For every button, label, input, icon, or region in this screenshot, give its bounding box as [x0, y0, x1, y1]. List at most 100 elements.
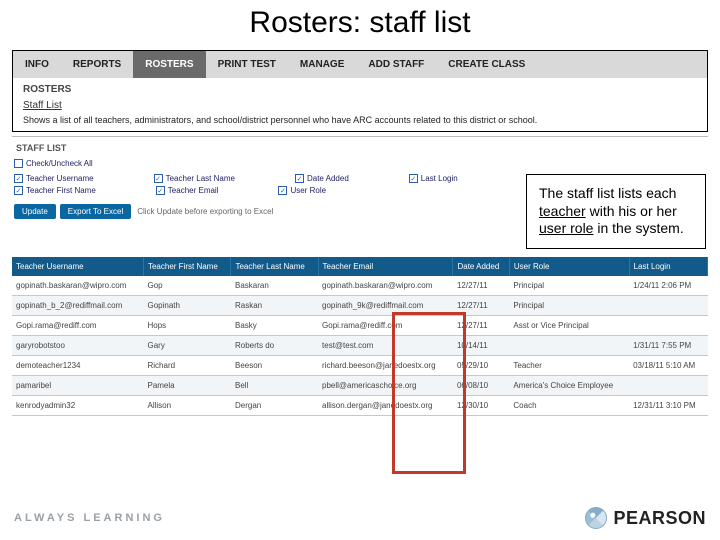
table-cell	[629, 316, 707, 336]
table-cell: Gopi.rama@rediff.com	[12, 316, 143, 336]
col-check-label: Last Login	[421, 174, 458, 183]
table-cell: Gopinath	[143, 296, 231, 316]
table-cell: pamaribel	[12, 376, 143, 396]
table-cell: Principal	[509, 276, 629, 296]
col-check-dateadded[interactable]: ✓Date Added	[295, 174, 349, 183]
table-cell: 1/24/11 2:06 PM	[629, 276, 707, 296]
col-check-label: Teacher First Name	[26, 186, 96, 195]
col-check-firstname[interactable]: ✓Teacher First Name	[14, 186, 96, 195]
callout-highlight-teacher: teacher	[539, 203, 586, 219]
table-row[interactable]: kenrodyadmin32AllisonDerganallison.derga…	[12, 396, 708, 416]
th-email[interactable]: Teacher Email	[318, 257, 453, 276]
tab-rosters[interactable]: ROSTERS	[133, 51, 205, 78]
table-cell: Baskaran	[231, 276, 318, 296]
table-cell: 12/27/11	[453, 276, 509, 296]
table-cell: 10/14/11	[453, 336, 509, 356]
table-cell: Beeson	[231, 356, 318, 376]
col-check-lastname[interactable]: ✓Teacher Last Name	[154, 174, 235, 183]
table-cell: garyrobotstoo	[12, 336, 143, 356]
check-all[interactable]: Check/Uncheck All	[14, 159, 93, 168]
check-all-label: Check/Uncheck All	[26, 159, 93, 168]
rosters-subhead: ROSTERS Staff List	[13, 78, 707, 115]
col-check-username[interactable]: ✓Teacher Username	[14, 174, 94, 183]
table-cell: Teacher	[509, 356, 629, 376]
th-username[interactable]: Teacher Username	[12, 257, 143, 276]
footer-tagline: ALWAYS LEARNING	[14, 512, 165, 524]
col-check-label: Teacher Username	[26, 174, 94, 183]
staff-list-title: STAFF LIST	[12, 136, 708, 159]
tab-reports[interactable]: REPORTS	[61, 51, 133, 78]
col-check-label: Teacher Last Name	[166, 174, 235, 183]
table-cell: Basky	[231, 316, 318, 336]
table-row[interactable]: pamaribelPamelaBellpbell@americaschoice.…	[12, 376, 708, 396]
table-cell: gopinath_b_2@rediffmail.com	[12, 296, 143, 316]
checkbox-icon: ✓	[409, 174, 418, 183]
col-check-lastlogin[interactable]: ✓Last Login	[409, 174, 458, 183]
table-cell: Gop	[143, 276, 231, 296]
table-cell: Pamela	[143, 376, 231, 396]
col-check-label: User Role	[290, 186, 326, 195]
checkbox-icon: ✓	[278, 186, 287, 195]
tab-info[interactable]: INFO	[13, 51, 61, 78]
col-check-label: Teacher Email	[168, 186, 219, 195]
th-userrole[interactable]: User Role	[509, 257, 629, 276]
checkbox-icon: ✓	[154, 174, 163, 183]
export-excel-button[interactable]: Export To Excel	[60, 204, 131, 219]
table-cell	[629, 296, 707, 316]
export-hint: Click Update before exporting to Excel	[137, 207, 273, 216]
table-cell: Richard	[143, 356, 231, 376]
col-check-email[interactable]: ✓Teacher Email	[156, 186, 219, 195]
table-cell: gopinath.baskaran@wipro.com	[12, 276, 143, 296]
table-row[interactable]: gopinath_b_2@rediffmail.comGopinathRaska…	[12, 296, 708, 316]
th-firstname[interactable]: Teacher First Name	[143, 257, 231, 276]
col-check-userrole[interactable]: ✓User Role	[278, 186, 326, 195]
tab-manage[interactable]: MANAGE	[288, 51, 356, 78]
rosters-description: Shows a list of all teachers, administra…	[13, 115, 707, 131]
table-cell: 06/08/10	[453, 376, 509, 396]
table-cell: gopinath.baskaran@wipro.com	[318, 276, 453, 296]
callout-text: with his or her	[586, 203, 677, 219]
table-cell: Gopi.rama@rediff.com	[318, 316, 453, 336]
table-cell: 12/27/11	[453, 296, 509, 316]
callout-highlight-user-role: user role	[539, 220, 593, 236]
table-cell: Coach	[509, 396, 629, 416]
brand: PEARSON	[585, 507, 706, 529]
table-cell: demoteacher1234	[12, 356, 143, 376]
tab-print-test[interactable]: PRINT TEST	[206, 51, 288, 78]
app-window: INFO REPORTS ROSTERS PRINT TEST MANAGE A…	[12, 50, 708, 132]
staff-list-link[interactable]: Staff List	[23, 100, 62, 111]
table-cell: 12/30/10	[453, 396, 509, 416]
table-cell: kenrodyadmin32	[12, 396, 143, 416]
table-cell: America's Choice Employee	[509, 376, 629, 396]
table-row[interactable]: gopinath.baskaran@wipro.comGopBaskarango…	[12, 276, 708, 296]
table-cell	[629, 376, 707, 396]
table-cell: 12/31/11 3:10 PM	[629, 396, 707, 416]
table-cell: gopinath_9k@rediffmail.com	[318, 296, 453, 316]
table-cell: 03/18/11 5:10 AM	[629, 356, 707, 376]
th-lastlogin[interactable]: Last Login	[629, 257, 707, 276]
table-cell: allison.dergan@janedoestx.org	[318, 396, 453, 416]
table-row[interactable]: Gopi.rama@rediff.comHopsBaskyGopi.rama@r…	[12, 316, 708, 336]
table-row[interactable]: garyrobotstooGaryRoberts dotest@test.com…	[12, 336, 708, 356]
table-cell: richard.beeson@janedoestx.org	[318, 356, 453, 376]
table-cell: 12/27/11	[453, 316, 509, 336]
checkbox-icon: ✓	[14, 186, 23, 195]
table-cell: Dergan	[231, 396, 318, 416]
th-lastname[interactable]: Teacher Last Name	[231, 257, 318, 276]
checkbox-icon: ✓	[14, 174, 23, 183]
tab-add-staff[interactable]: ADD STAFF	[356, 51, 436, 78]
update-button[interactable]: Update	[14, 204, 56, 219]
pearson-logo-icon	[585, 507, 607, 529]
table-cell: Roberts do	[231, 336, 318, 356]
callout-text: in the system.	[593, 220, 683, 236]
slide-title: Rosters: staff list	[0, 0, 720, 50]
table-row[interactable]: demoteacher1234RichardBeesonrichard.bees…	[12, 356, 708, 376]
tab-create-class[interactable]: CREATE CLASS	[436, 51, 537, 78]
brand-word: PEARSON	[613, 508, 706, 529]
table-cell: Raskan	[231, 296, 318, 316]
table-cell: Principal	[509, 296, 629, 316]
rosters-heading: ROSTERS	[23, 84, 697, 95]
th-dateadded[interactable]: Date Added	[453, 257, 509, 276]
main-tabs: INFO REPORTS ROSTERS PRINT TEST MANAGE A…	[13, 51, 707, 78]
table-cell: Allison	[143, 396, 231, 416]
